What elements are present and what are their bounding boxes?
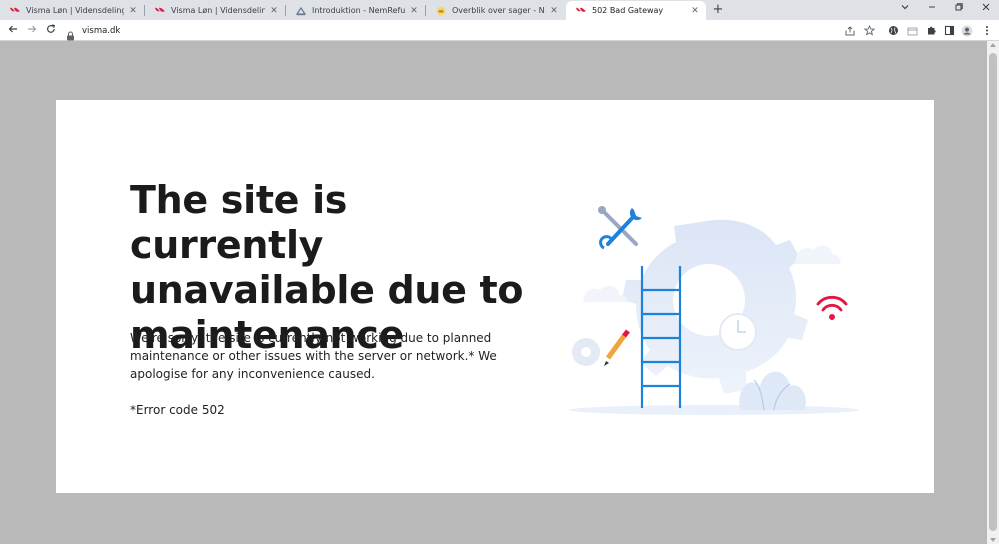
tab-strip: Visma Løn | Vidensdeling & nyheder ✕ Vis… (0, 0, 999, 20)
window-close-icon[interactable] (976, 2, 996, 18)
folder-icon[interactable] (905, 23, 919, 38)
tab-visma-1[interactable]: Visma Løn | Vidensdeling & nyheder ✕ (0, 1, 144, 20)
vertical-scrollbar[interactable] (987, 41, 999, 544)
close-icon[interactable]: ✕ (269, 6, 279, 16)
clock-icon (719, 313, 757, 351)
close-icon[interactable]: ✕ (409, 6, 419, 16)
visma-icon (10, 6, 20, 16)
close-icon[interactable]: ✕ (690, 6, 700, 16)
profile-avatar-icon[interactable] (960, 23, 974, 38)
gear-icon (622, 219, 808, 394)
url-text[interactable]: visma.dk (82, 26, 120, 36)
bookmark-star-icon[interactable] (862, 23, 876, 38)
pencil-icon (604, 329, 630, 366)
tab-search-icon[interactable] (895, 2, 915, 18)
close-icon[interactable]: ✕ (549, 6, 559, 16)
scrollbar-thumb[interactable] (989, 53, 997, 531)
crown-icon (436, 6, 446, 16)
extension-globe-icon[interactable] (886, 23, 900, 38)
nemrefusion-icon (296, 6, 306, 16)
extensions-puzzle-icon[interactable] (924, 23, 938, 38)
close-icon[interactable]: ✕ (128, 6, 138, 16)
maintenance-card: The site is currently unavailable due to… (56, 100, 934, 493)
scroll-down-icon[interactable] (990, 538, 996, 542)
reload-icon[interactable] (43, 23, 59, 38)
side-panel-icon[interactable] (942, 23, 956, 38)
tab-502-bad-gateway[interactable]: 502 Bad Gateway ✕ (566, 1, 706, 20)
lock-icon[interactable] (66, 26, 76, 40)
minimize-icon[interactable] (922, 2, 942, 18)
new-tab-button[interactable]: + (711, 2, 725, 18)
forward-icon[interactable] (24, 23, 40, 38)
share-icon[interactable] (843, 23, 857, 38)
address-bar[interactable]: visma.dk (62, 22, 882, 40)
visma-icon (155, 6, 165, 16)
browser-toolbar: visma.dk (0, 20, 999, 41)
tab-visma-2[interactable]: Visma Løn | Vidensdeling & nyheder ✕ (145, 1, 285, 20)
error-code: *Error code 502 (130, 403, 225, 417)
restore-icon[interactable] (949, 2, 969, 18)
maintenance-illustration (569, 206, 859, 415)
tab-overblik[interactable]: Overblik over sager - Nemrefusion ✕ (426, 1, 565, 20)
scroll-up-icon[interactable] (990, 43, 996, 47)
small-gear-icon (572, 338, 600, 366)
maintenance-message: We're sorry, the site is currently not w… (130, 331, 497, 381)
wifi-icon (816, 295, 848, 321)
wrench-screwdriver-icon (598, 206, 642, 250)
visma-icon (576, 6, 586, 16)
tab-nemrefusion[interactable]: Introduktion - NemRefusion - Re ✕ (286, 1, 425, 20)
back-icon[interactable] (5, 23, 21, 38)
more-menu-icon[interactable] (980, 23, 994, 38)
